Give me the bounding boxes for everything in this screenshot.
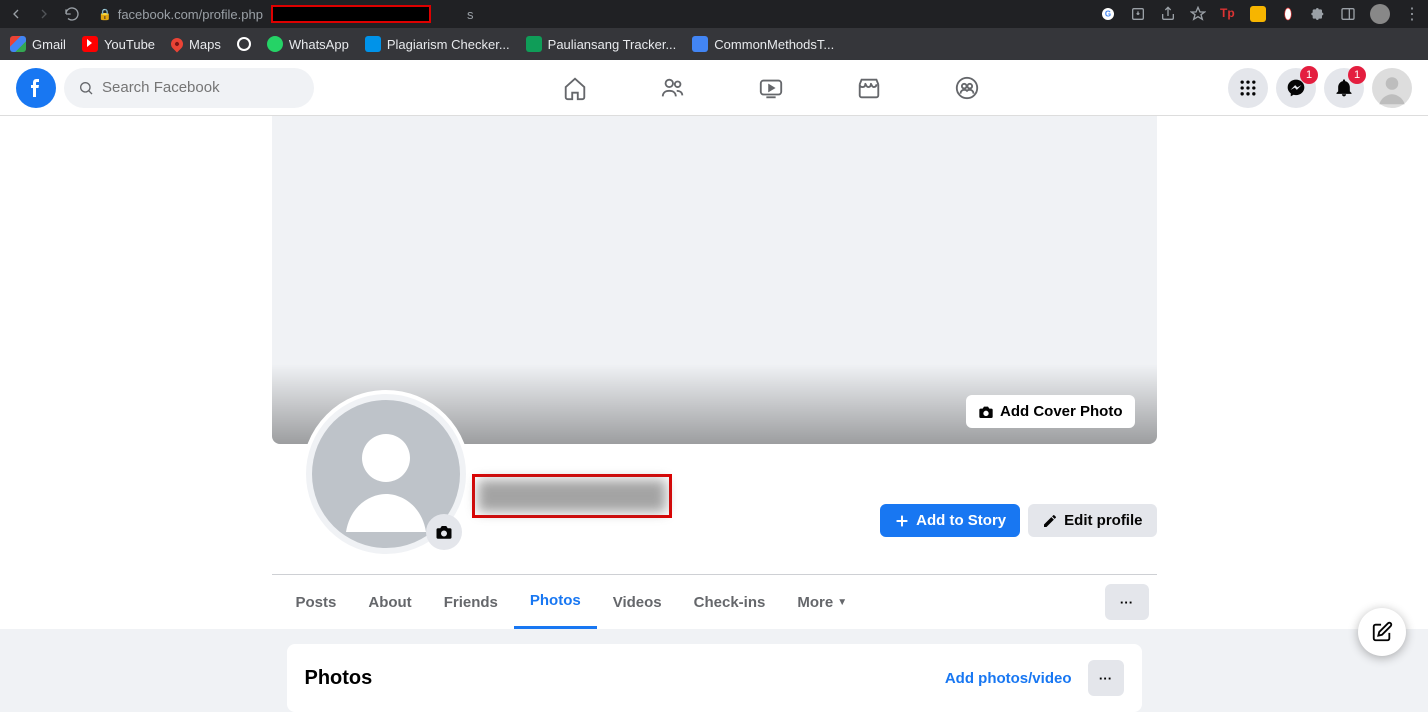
groups-nav-icon[interactable] xyxy=(953,74,981,102)
bookmark-label: YouTube xyxy=(104,37,155,52)
notifications-button[interactable]: 1 xyxy=(1324,68,1364,108)
search-input[interactable] xyxy=(102,79,300,96)
tab-more[interactable]: More▼ xyxy=(781,575,863,629)
ext1-icon[interactable]: Tp xyxy=(1220,6,1236,22)
app-icon xyxy=(365,36,381,52)
ext2-icon[interactable] xyxy=(1250,6,1266,22)
profile-more-button[interactable]: ··· xyxy=(1105,584,1149,620)
gmail-icon xyxy=(10,36,26,52)
pencil-icon xyxy=(1042,513,1058,529)
url-input[interactable]: 🔒 facebook.com/profile.php s xyxy=(98,5,473,23)
share-icon[interactable] xyxy=(1160,6,1176,22)
compose-fab[interactable] xyxy=(1358,608,1406,656)
bookmark-label: WhatsApp xyxy=(289,37,349,52)
browser-address-bar: 🔒 facebook.com/profile.php s G Tp ⋮ xyxy=(0,0,1428,28)
add-cover-photo-button[interactable]: Add Cover Photo xyxy=(966,395,1135,428)
bookmarks-bar: Gmail YouTube Maps WhatsApp Plagiarism C… xyxy=(0,28,1428,60)
forward-button[interactable] xyxy=(36,6,52,22)
bookmark-globe[interactable] xyxy=(237,37,251,51)
back-button[interactable] xyxy=(8,6,24,22)
plus-icon xyxy=(894,513,910,529)
lock-icon: 🔒 xyxy=(98,8,112,21)
google-icon[interactable]: G xyxy=(1100,6,1116,22)
youtube-icon xyxy=(82,36,98,52)
marketplace-nav-icon[interactable] xyxy=(855,74,883,102)
tab-videos[interactable]: Videos xyxy=(597,575,678,629)
ext3-icon[interactable] xyxy=(1280,6,1296,22)
url-text: facebook.com/profile.php xyxy=(118,7,263,22)
chevron-down-icon: ▼ xyxy=(837,597,847,608)
reload-button[interactable] xyxy=(64,6,80,22)
edit-icon xyxy=(1371,621,1393,643)
profile-name-redacted xyxy=(472,474,672,518)
bookmark-label: CommonMethodsT... xyxy=(714,37,834,52)
chrome-profile-icon[interactable] xyxy=(1370,4,1390,24)
tab-friends[interactable]: Friends xyxy=(428,575,514,629)
bookmark-whatsapp[interactable]: WhatsApp xyxy=(267,36,349,52)
camera-icon xyxy=(978,404,994,420)
profile-tabs: Posts About Friends Photos Videos Check-… xyxy=(272,575,1157,629)
bookmark-label: Maps xyxy=(189,37,221,52)
bookmark-maps[interactable]: Maps xyxy=(171,37,221,52)
tab-photos[interactable]: Photos xyxy=(514,575,597,629)
account-avatar[interactable] xyxy=(1372,68,1412,108)
facebook-header: 1 1 xyxy=(0,60,1428,116)
tab-posts[interactable]: Posts xyxy=(280,575,353,629)
tab-about[interactable]: About xyxy=(352,575,427,629)
menu-grid-button[interactable] xyxy=(1228,68,1268,108)
bookmark-youtube[interactable]: YouTube xyxy=(82,36,155,52)
button-label: Edit profile xyxy=(1064,512,1142,529)
maps-icon xyxy=(169,36,186,53)
svg-text:G: G xyxy=(1105,10,1111,19)
extensions-icon[interactable] xyxy=(1310,6,1326,22)
watch-nav-icon[interactable] xyxy=(757,74,785,102)
friends-nav-icon[interactable] xyxy=(659,74,687,102)
add-to-story-button[interactable]: Add to Story xyxy=(880,504,1020,537)
button-label: Add to Story xyxy=(916,512,1006,529)
messenger-button[interactable]: 1 xyxy=(1276,68,1316,108)
facebook-logo[interactable] xyxy=(16,68,56,108)
cover-button-label: Add Cover Photo xyxy=(1000,403,1123,420)
add-photos-link[interactable]: Add photos/video xyxy=(945,670,1072,687)
photos-more-button[interactable]: ··· xyxy=(1088,660,1124,696)
notifications-badge: 1 xyxy=(1348,66,1366,84)
bookmark-docs[interactable]: CommonMethodsT... xyxy=(692,36,834,52)
messenger-badge: 1 xyxy=(1300,66,1318,84)
bookmark-tracker[interactable]: Pauliansang Tracker... xyxy=(526,36,677,52)
search-icon xyxy=(78,80,94,96)
search-box[interactable] xyxy=(64,68,314,108)
tab-checkins[interactable]: Check-ins xyxy=(678,575,782,629)
star-icon[interactable] xyxy=(1190,6,1206,22)
chrome-menu-icon[interactable]: ⋮ xyxy=(1404,4,1420,24)
sidepanel-icon[interactable] xyxy=(1340,6,1356,22)
docs-icon xyxy=(692,36,708,52)
bookmark-label: Plagiarism Checker... xyxy=(387,37,510,52)
whatsapp-icon xyxy=(267,36,283,52)
url-suffix: s xyxy=(467,7,474,22)
photos-section: Photos Add photos/video ··· xyxy=(287,644,1142,712)
photos-title: Photos xyxy=(305,667,373,690)
edit-profile-button[interactable]: Edit profile xyxy=(1028,504,1156,537)
url-redacted xyxy=(271,5,431,23)
globe-icon xyxy=(237,37,251,51)
sheets-icon xyxy=(526,36,542,52)
bookmark-gmail[interactable]: Gmail xyxy=(10,36,66,52)
install-icon[interactable] xyxy=(1130,6,1146,22)
bookmark-plagiarism[interactable]: Plagiarism Checker... xyxy=(365,36,510,52)
bookmark-label: Pauliansang Tracker... xyxy=(548,37,677,52)
bookmark-label: Gmail xyxy=(32,37,66,52)
home-nav-icon[interactable] xyxy=(561,74,589,102)
profile-avatar[interactable] xyxy=(302,390,470,558)
camera-icon xyxy=(435,523,453,541)
